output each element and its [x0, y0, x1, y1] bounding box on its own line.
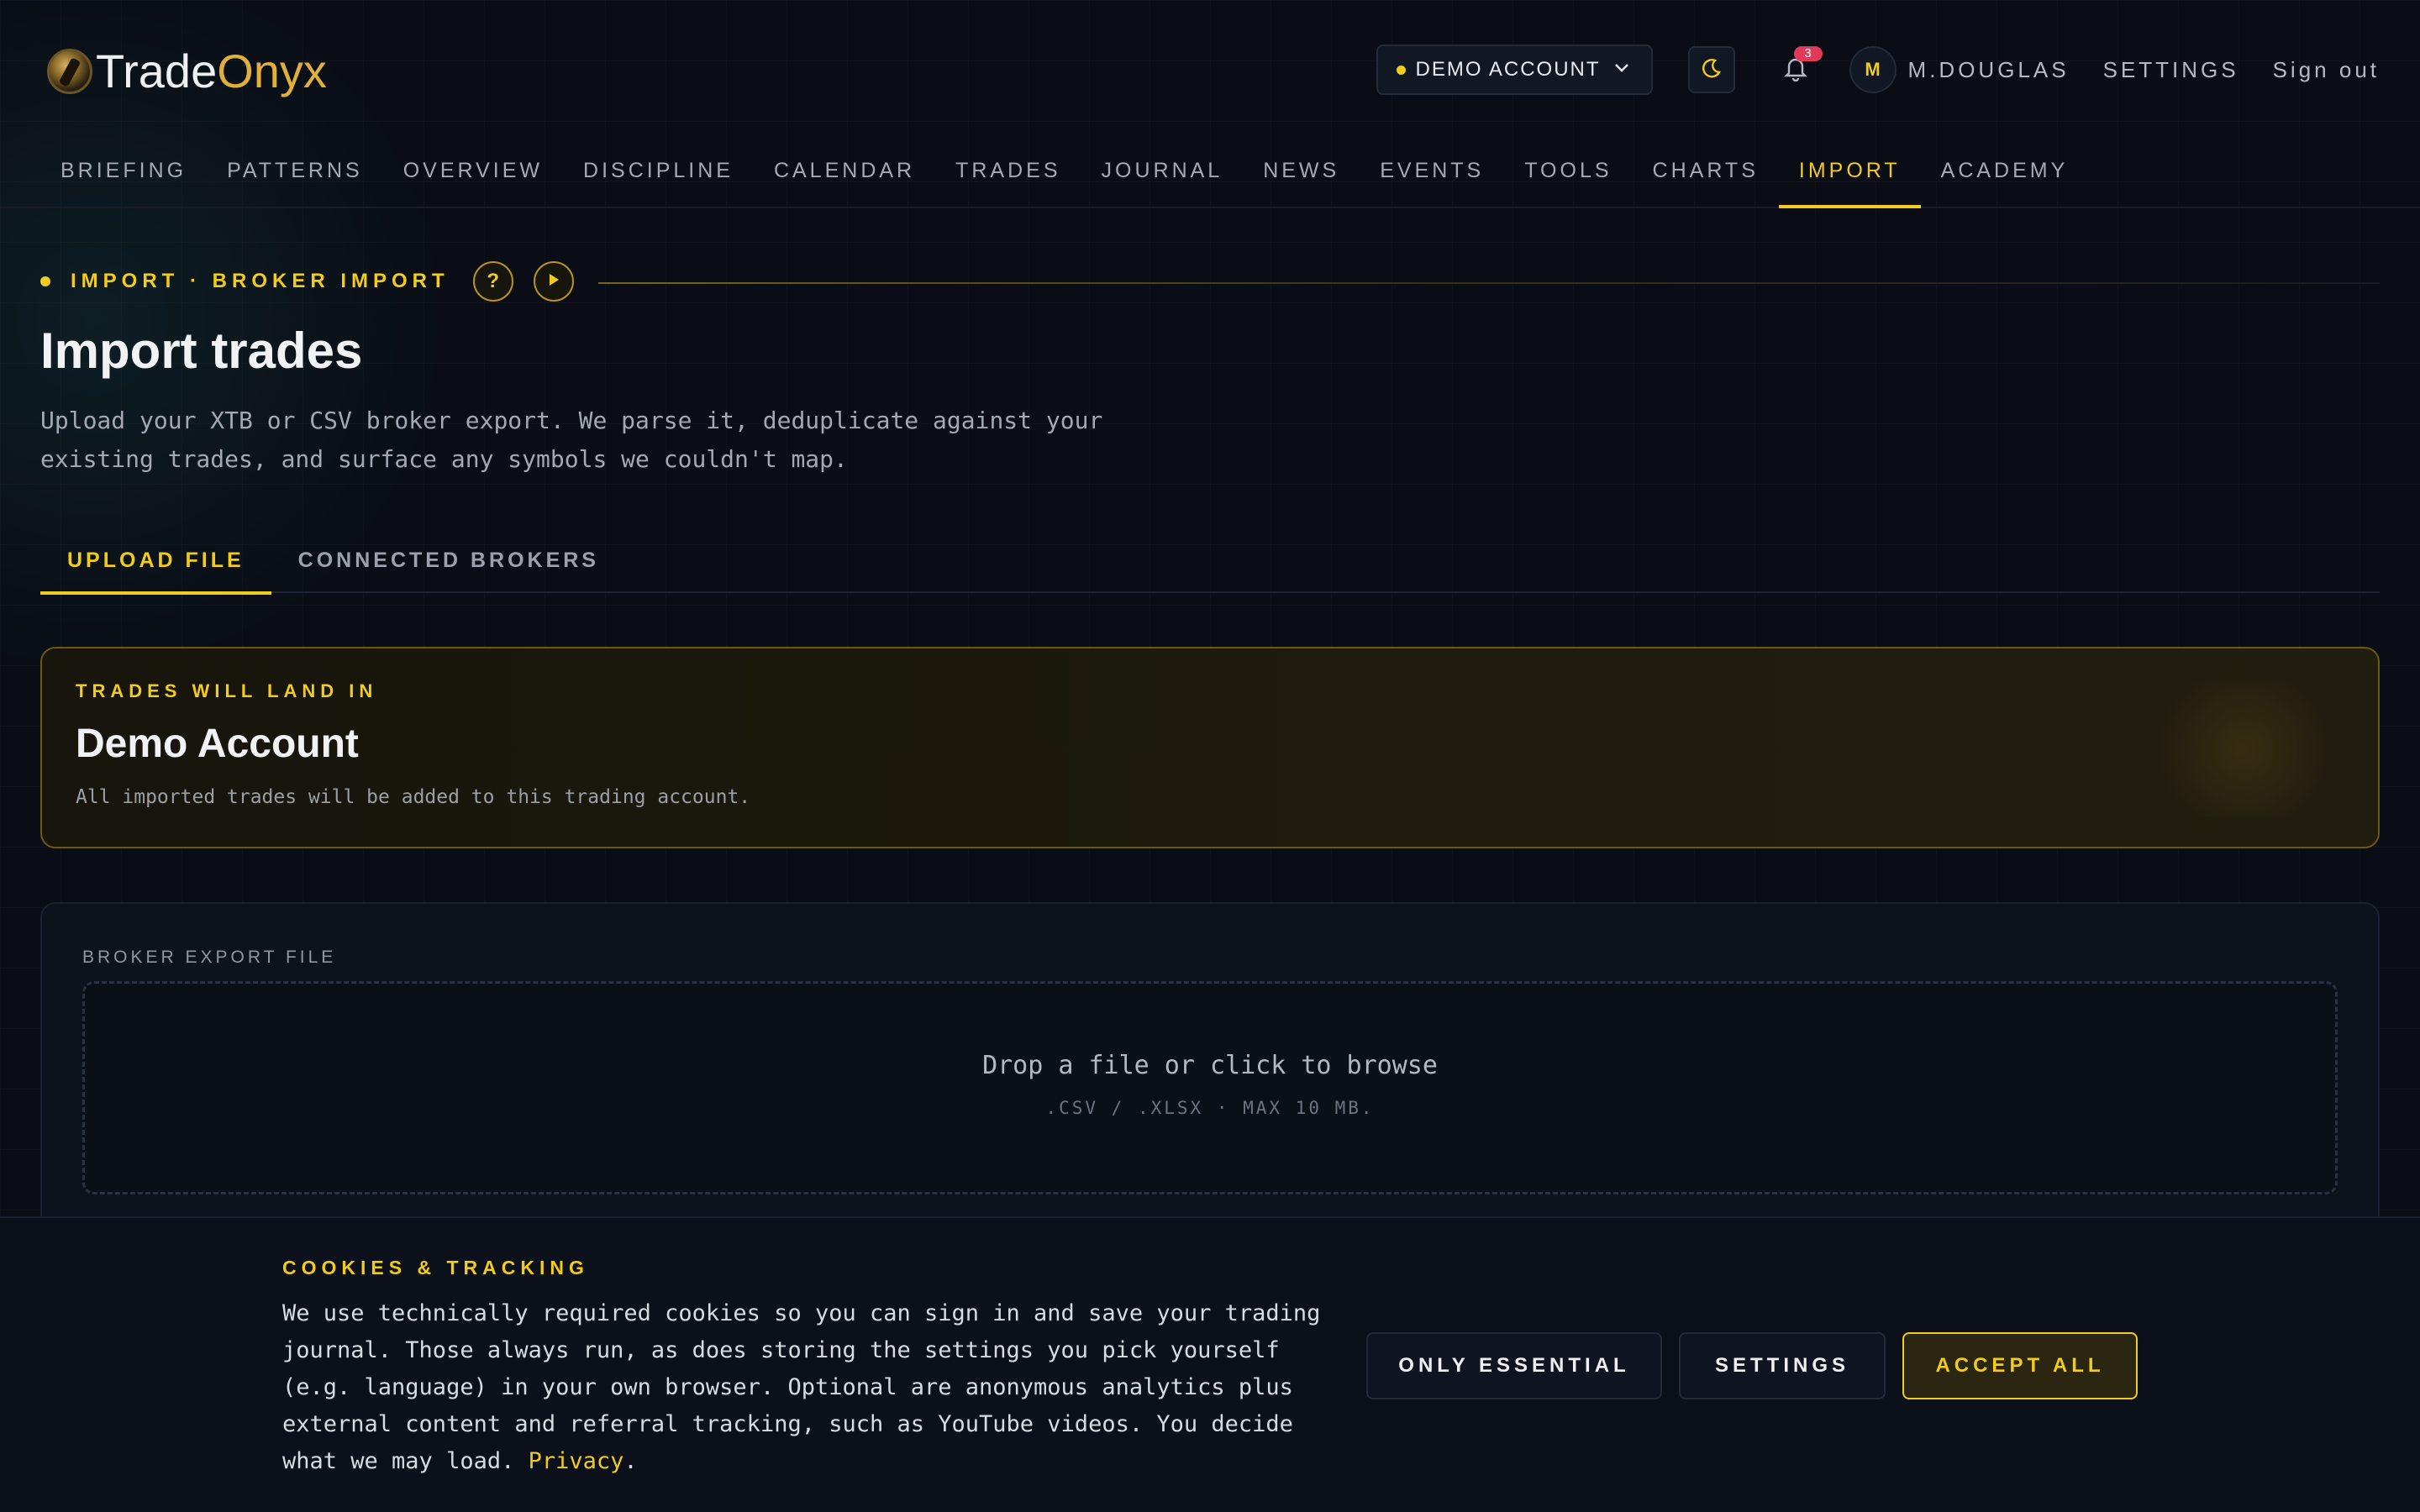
upload-field-label: BROKER EXPORT FILE: [82, 948, 337, 967]
nav-item-events[interactable]: EVENTS: [1360, 141, 1504, 208]
nav-item-academy[interactable]: ACADEMY: [1921, 141, 2089, 208]
breadcrumb: IMPORT · BROKER IMPORT ?: [40, 259, 594, 304]
nav-item-news[interactable]: NEWS: [1243, 141, 1360, 208]
account-selector[interactable]: DEMO ACCOUNT: [1376, 45, 1653, 95]
nav-item-charts[interactable]: CHARTS: [1633, 141, 1779, 208]
privacy-link[interactable]: Privacy: [529, 1448, 624, 1474]
target-account-name: Demo Account: [76, 722, 359, 766]
chevron-down-icon: [1614, 59, 1629, 78]
main-nav: BRIEFING PATTERNS OVERVIEW DISCIPLINE CALEND…: [40, 141, 2088, 208]
nav-item-journal[interactable]: JOURNAL: [1081, 141, 1244, 208]
logo-text-trade: Trade: [96, 45, 218, 97]
target-account-label: TRADES WILL LAND IN: [76, 680, 378, 701]
dropzone-text: Drop a file or click to browse: [982, 1051, 1438, 1080]
cookie-settings-button[interactable]: SETTINGS: [1679, 1332, 1886, 1399]
account-selector-label: DEMO ACCOUNT: [1415, 58, 1601, 81]
cookie-banner: COOKIES & TRACKING We use technically re…: [0, 1216, 2420, 1512]
nav-item-patterns[interactable]: PATTERNS: [207, 141, 383, 208]
only-essential-button[interactable]: ONLY ESSENTIAL: [1366, 1332, 1662, 1399]
header-actions: DEMO ACCOUNT 3 M M.DOUGLAS SETTINGS Sign…: [1376, 44, 2380, 96]
nav-item-calendar[interactable]: CALENDAR: [754, 141, 935, 208]
page-title: Import trades: [40, 323, 363, 379]
page-subtitle: Upload your XTB or CSV broker export. We…: [40, 407, 1103, 473]
help-button[interactable]: ?: [472, 261, 513, 302]
target-account-card: TRADES WILL LAND IN Demo Account All imp…: [40, 647, 2380, 848]
logo-text: TradeOnyx: [96, 42, 327, 101]
breadcrumb-text: IMPORT · BROKER IMPORT: [71, 270, 450, 292]
breadcrumb-dot: [40, 276, 50, 286]
cookie-body: We use technically required cookies so y…: [282, 1300, 1321, 1474]
file-dropzone[interactable]: Drop a file or click to browse .CSV / .X…: [82, 981, 2338, 1194]
nav-item-briefing[interactable]: BRIEFING: [40, 141, 207, 208]
top-header: TradeOnyx DEMO ACCOUNT 3 M M.DOUGLAS SET…: [0, 0, 2420, 208]
tab-upload-file[interactable]: UPLOAD FILE: [40, 529, 271, 595]
account-status-dot: [1396, 65, 1406, 75]
question-icon: ?: [487, 270, 499, 292]
username-link[interactable]: M.DOUGLAS: [1908, 57, 2070, 83]
moon-icon: [1701, 57, 1723, 83]
nav-item-discipline[interactable]: DISCIPLINE: [563, 141, 754, 208]
cookie-text-end: .: [623, 1448, 638, 1474]
logo[interactable]: TradeOnyx: [47, 42, 327, 101]
page: TradeOnyx DEMO ACCOUNT 3 M M.DOUGLAS SET…: [0, 0, 2420, 1512]
accept-all-button[interactable]: ACCEPT ALL: [1902, 1332, 2138, 1399]
nav-item-trades[interactable]: TRADES: [935, 141, 1081, 208]
settings-link[interactable]: SETTINGS: [2103, 57, 2239, 83]
breadcrumb-divider: [598, 282, 2380, 284]
nav-item-overview[interactable]: OVERVIEW: [383, 141, 563, 208]
theme-toggle-button[interactable]: [1687, 46, 1735, 93]
dropzone-formats: .CSV / .XLSX · MAX 10 MB.: [1045, 1098, 1375, 1118]
notifications-button[interactable]: 3: [1772, 46, 1823, 93]
nav-item-tools[interactable]: TOOLS: [1504, 141, 1632, 208]
cookie-text: We use technically required cookies so y…: [282, 1295, 1324, 1480]
tab-connected-brokers[interactable]: CONNECTED BROKERS: [271, 529, 626, 593]
cookie-title: COOKIES & TRACKING: [282, 1257, 589, 1278]
play-icon: [547, 270, 560, 293]
logo-mark-icon: [47, 49, 92, 94]
avatar[interactable]: M: [1849, 46, 1897, 93]
target-account-note: All imported trades will be added to thi…: [76, 786, 751, 808]
play-video-button[interactable]: [533, 261, 574, 302]
notification-count-badge: 3: [1793, 46, 1823, 61]
card-glow: [2143, 682, 2344, 816]
import-tabs: UPLOAD FILE CONNECTED BROKERS: [40, 529, 2380, 595]
sign-out-link[interactable]: Sign out: [2273, 57, 2380, 83]
logo-text-onyx: Onyx: [217, 45, 327, 97]
nav-item-import[interactable]: IMPORT: [1778, 141, 1921, 208]
